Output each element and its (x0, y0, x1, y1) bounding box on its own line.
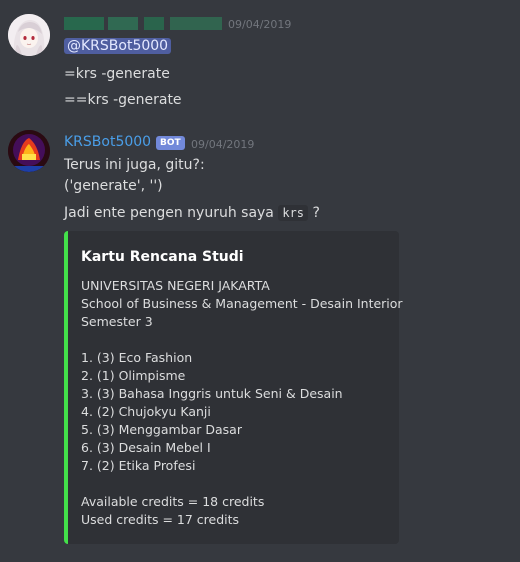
bot-avatar[interactable] (8, 130, 50, 172)
embed-title: Kartu Rencana Studi (81, 249, 244, 265)
message-line: @KRSBot5000 (64, 38, 172, 54)
message-line: ==krs -generate (64, 92, 182, 108)
message-line: ('generate', '') (64, 178, 163, 194)
text-segment: Jadi ente pengen nyuruh saya (64, 205, 279, 221)
inline-code: krs (278, 205, 309, 221)
mention[interactable]: @KRSBot5000 (64, 38, 172, 54)
timestamp: 09/04/2019 (191, 138, 255, 151)
course-item: 5. (3) Menggambar Dasar (81, 422, 242, 437)
course-item: 1. (3) Eco Fashion (81, 350, 193, 365)
message-line: Jadi ente pengen nyuruh saya krs ? (64, 205, 320, 221)
timestamp: 09/04/2019 (228, 18, 292, 31)
embed-card: Kartu Rencana Studi UNIVERSITAS NEGERI J… (64, 231, 403, 544)
bot-badge: BOT (156, 136, 185, 150)
message-line: Terus ini juga, gitu?: (64, 157, 205, 173)
embed-university: UNIVERSITAS NEGERI JAKARTA (81, 278, 270, 293)
embed-program: School of Business & Management - Desain… (81, 296, 403, 311)
available-credits: Available credits = 18 credits (81, 494, 265, 509)
course-item: 7. (2) Etika Profesi (81, 458, 196, 473)
course-item: 3. (3) Bahasa Inggris untuk Seni & Desai… (81, 386, 343, 401)
course-item: 6. (3) Desain Mebel I (81, 440, 211, 455)
anime-avatar-icon (8, 14, 50, 56)
course-item: 4. (2) Chujokyu Kanji (81, 404, 211, 419)
embed-semester: Semester 3 (81, 314, 153, 329)
bot-username[interactable]: KRSBot5000 (64, 134, 151, 150)
used-credits: Used credits = 17 credits (81, 512, 240, 527)
course-item: 2. (1) Olimpisme (81, 368, 186, 383)
user-avatar[interactable] (8, 14, 50, 56)
bot-avatar-icon (8, 130, 50, 172)
redacted-username (64, 17, 222, 30)
text-segment: ? (308, 205, 320, 221)
message-line: =krs -generate (64, 66, 170, 82)
